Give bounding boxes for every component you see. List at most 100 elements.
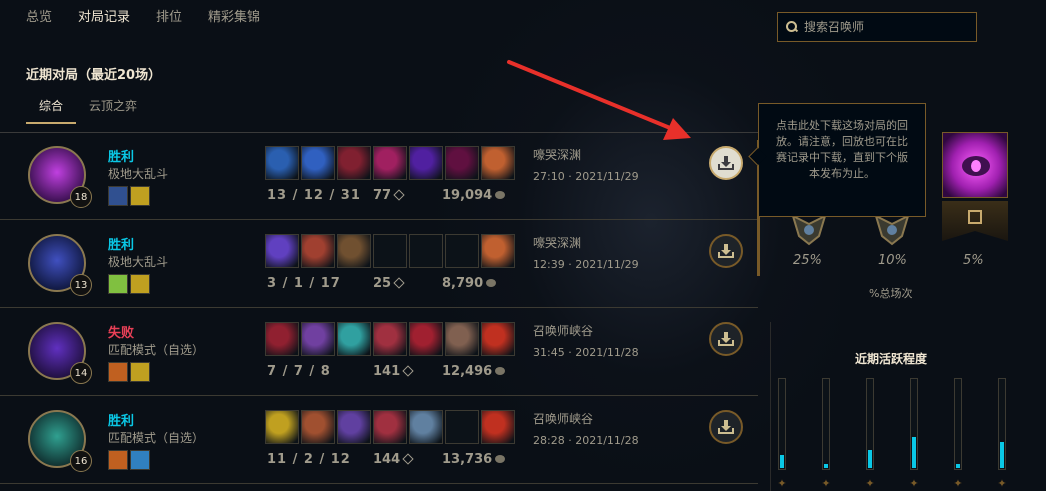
kda: 7 / 7 / 8 <box>267 364 331 379</box>
gold-value: 19,094 <box>442 188 493 203</box>
summoner-spell-icon[interactable] <box>130 186 150 206</box>
match-row[interactable]: 14 失败 匹配模式（自选） 7 / 7 / 8 141 12,496 召唤师峡谷 31:45… <box>0 308 758 396</box>
item-slot[interactable] <box>373 410 407 444</box>
item-slot[interactable] <box>481 322 515 356</box>
item-slot[interactable] <box>301 410 335 444</box>
champion-level: 18 <box>70 186 92 208</box>
match-time: 31:45 · 2021/11/28 <box>533 346 639 359</box>
match-result: 胜利 <box>108 238 135 253</box>
item-slot[interactable] <box>445 410 479 444</box>
tab-ranked[interactable]: 排位 <box>156 6 182 28</box>
item-slot[interactable] <box>301 322 335 356</box>
item-slot[interactable] <box>337 234 371 268</box>
mid-role-icon: ✦ <box>865 477 875 490</box>
game-mode: 匹配模式（自选） <box>108 343 205 357</box>
match-duration: 27:10 <box>533 170 565 183</box>
tab-overview[interactable]: 总览 <box>26 6 52 28</box>
match-date: 2021/11/28 <box>575 346 639 359</box>
item-slot[interactable] <box>409 234 443 268</box>
fill-role-icon: ✦ <box>997 477 1007 490</box>
creep-score: 25 <box>373 276 405 291</box>
summoner-spell-icon[interactable] <box>108 274 128 294</box>
activity-bar <box>998 378 1006 470</box>
match-result: 胜利 <box>108 414 135 429</box>
summoner-spell-icon[interactable] <box>130 274 150 294</box>
top-nav: 总览 对局记录 排位 精彩集锦 <box>26 6 286 28</box>
item-slot[interactable] <box>409 322 443 356</box>
item-slot[interactable] <box>373 146 407 180</box>
item-slot[interactable] <box>481 234 515 268</box>
download-replay-button[interactable] <box>709 234 743 268</box>
minion-icon <box>402 453 414 465</box>
summoner-spell-icon[interactable] <box>108 362 128 382</box>
summoner-spell-icon[interactable] <box>108 186 128 206</box>
item-slot[interactable] <box>265 146 299 180</box>
bot-role-icon: ✦ <box>909 477 919 490</box>
summoner-spell-icon[interactable] <box>108 450 128 470</box>
gold-earned: 8,790 <box>442 276 497 291</box>
champion-level: 16 <box>70 450 92 472</box>
activity-bar-fill <box>912 437 916 468</box>
gold-earned: 13,736 <box>442 452 506 467</box>
summoner-spell-icon[interactable] <box>130 450 150 470</box>
champion-card <box>942 132 1008 198</box>
item-slot[interactable] <box>445 322 479 356</box>
champion-level: 14 <box>70 362 92 384</box>
activity-bar <box>822 378 830 470</box>
item-slot[interactable] <box>265 322 299 356</box>
activity-bar-fill <box>824 464 828 468</box>
download-icon <box>718 244 734 258</box>
gold-icon <box>495 455 506 463</box>
support-role-icon: ✦ <box>953 477 963 490</box>
gold-value: 13,736 <box>442 452 493 467</box>
map-name: 嚎哭深渊 <box>533 148 582 162</box>
match-row[interactable]: 16 胜利 匹配模式（自选） 11 / 2 / 12 144 13,736 召唤师峡谷 28:… <box>0 396 758 484</box>
banner-emblem-icon <box>968 210 982 224</box>
section-title: 近期对局（最近20场） <box>26 68 162 83</box>
item-slot[interactable] <box>481 410 515 444</box>
item-slot[interactable] <box>445 234 479 268</box>
item-slot[interactable] <box>337 146 371 180</box>
tab-match-history[interactable]: 对局记录 <box>78 6 130 28</box>
match-result: 失败 <box>108 326 135 341</box>
match-date: 2021/11/29 <box>575 258 639 271</box>
match-time: 27:10 · 2021/11/29 <box>533 170 639 183</box>
activity-bar-fill <box>868 450 872 468</box>
activity-bar <box>954 378 962 470</box>
stat-percent: 5% <box>963 253 984 268</box>
download-replay-button[interactable] <box>709 146 743 180</box>
summoner-search[interactable] <box>777 12 977 42</box>
item-slot[interactable] <box>301 146 335 180</box>
download-replay-button[interactable] <box>709 410 743 444</box>
summoner-spell-icon[interactable] <box>130 362 150 382</box>
download-replay-button[interactable] <box>709 322 743 356</box>
divider <box>770 322 771 491</box>
search-input[interactable] <box>804 20 964 34</box>
item-slot[interactable] <box>373 234 407 268</box>
cs-value: 25 <box>373 276 392 291</box>
download-icon <box>718 156 734 170</box>
match-duration: 12:39 <box>533 258 565 271</box>
item-slot[interactable] <box>409 410 443 444</box>
item-slot[interactable] <box>265 234 299 268</box>
minion-icon <box>393 189 405 201</box>
match-row[interactable]: 13 胜利 极地大乱斗 3 / 1 / 17 25 8,790 嚎哭深渊 12:39 · 20… <box>0 220 758 308</box>
item-slot[interactable] <box>301 234 335 268</box>
gold-earned: 19,094 <box>442 188 506 203</box>
item-slot[interactable] <box>445 146 479 180</box>
item-slot[interactable] <box>481 146 515 180</box>
percent-label: %总场次 <box>869 287 913 300</box>
annotation-arrow <box>507 60 691 140</box>
item-slot[interactable] <box>373 322 407 356</box>
item-slot[interactable] <box>337 322 371 356</box>
item-slot[interactable] <box>265 410 299 444</box>
match-duration: 28:28 <box>533 434 565 447</box>
tab-highlights[interactable]: 精彩集锦 <box>208 6 260 28</box>
subtab-tft[interactable]: 云顶之弈 <box>76 97 150 124</box>
item-slot[interactable] <box>409 146 443 180</box>
summoner-spells <box>108 186 150 206</box>
item-slot[interactable] <box>337 410 371 444</box>
summoner-spells <box>108 362 150 382</box>
subtab-general[interactable]: 综合 <box>26 97 77 124</box>
summoner-spells <box>108 274 150 294</box>
